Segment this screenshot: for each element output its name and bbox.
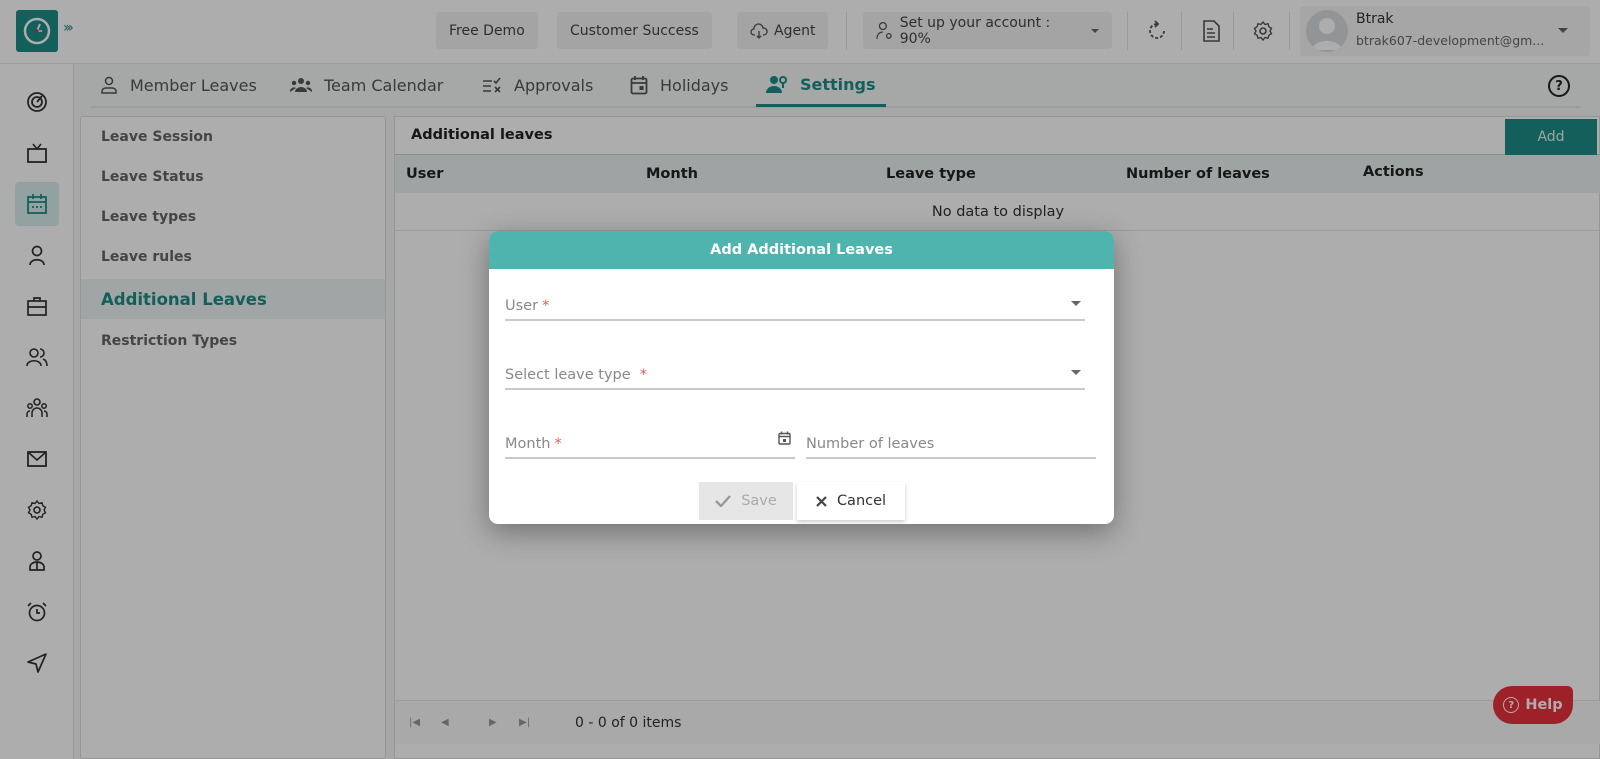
cancel-button[interactable]: Cancel: [797, 482, 905, 520]
number-of-leaves-input[interactable]: Number of leaves: [806, 429, 1096, 459]
cancel-label: Cancel: [836, 493, 887, 509]
dialog-title: Add Additional Leaves: [489, 231, 1114, 269]
user-select[interactable]: User *: [505, 291, 1085, 321]
month-input[interactable]: Month *: [505, 429, 795, 459]
close-icon: [816, 495, 827, 507]
number-of-leaves-field-label: Number of leaves: [806, 436, 935, 452]
check-icon: [715, 495, 732, 507]
save-label: Save: [741, 493, 777, 509]
user-field-label: User *: [505, 298, 550, 314]
month-field-label: Month *: [505, 436, 562, 452]
chevron-down-icon: [1071, 301, 1081, 306]
chevron-down-icon: [1071, 370, 1081, 375]
add-additional-leaves-dialog: Add Additional Leaves User * Select leave…: [489, 231, 1114, 524]
calendar-picker-icon[interactable]: [778, 431, 791, 445]
app: ››› Free Demo Customer Success Agent Set…: [0, 0, 1600, 759]
leave-type-field-label: Select leave type *: [505, 367, 647, 383]
save-button[interactable]: Save: [699, 482, 793, 520]
leave-type-select[interactable]: Select leave type *: [505, 360, 1085, 390]
